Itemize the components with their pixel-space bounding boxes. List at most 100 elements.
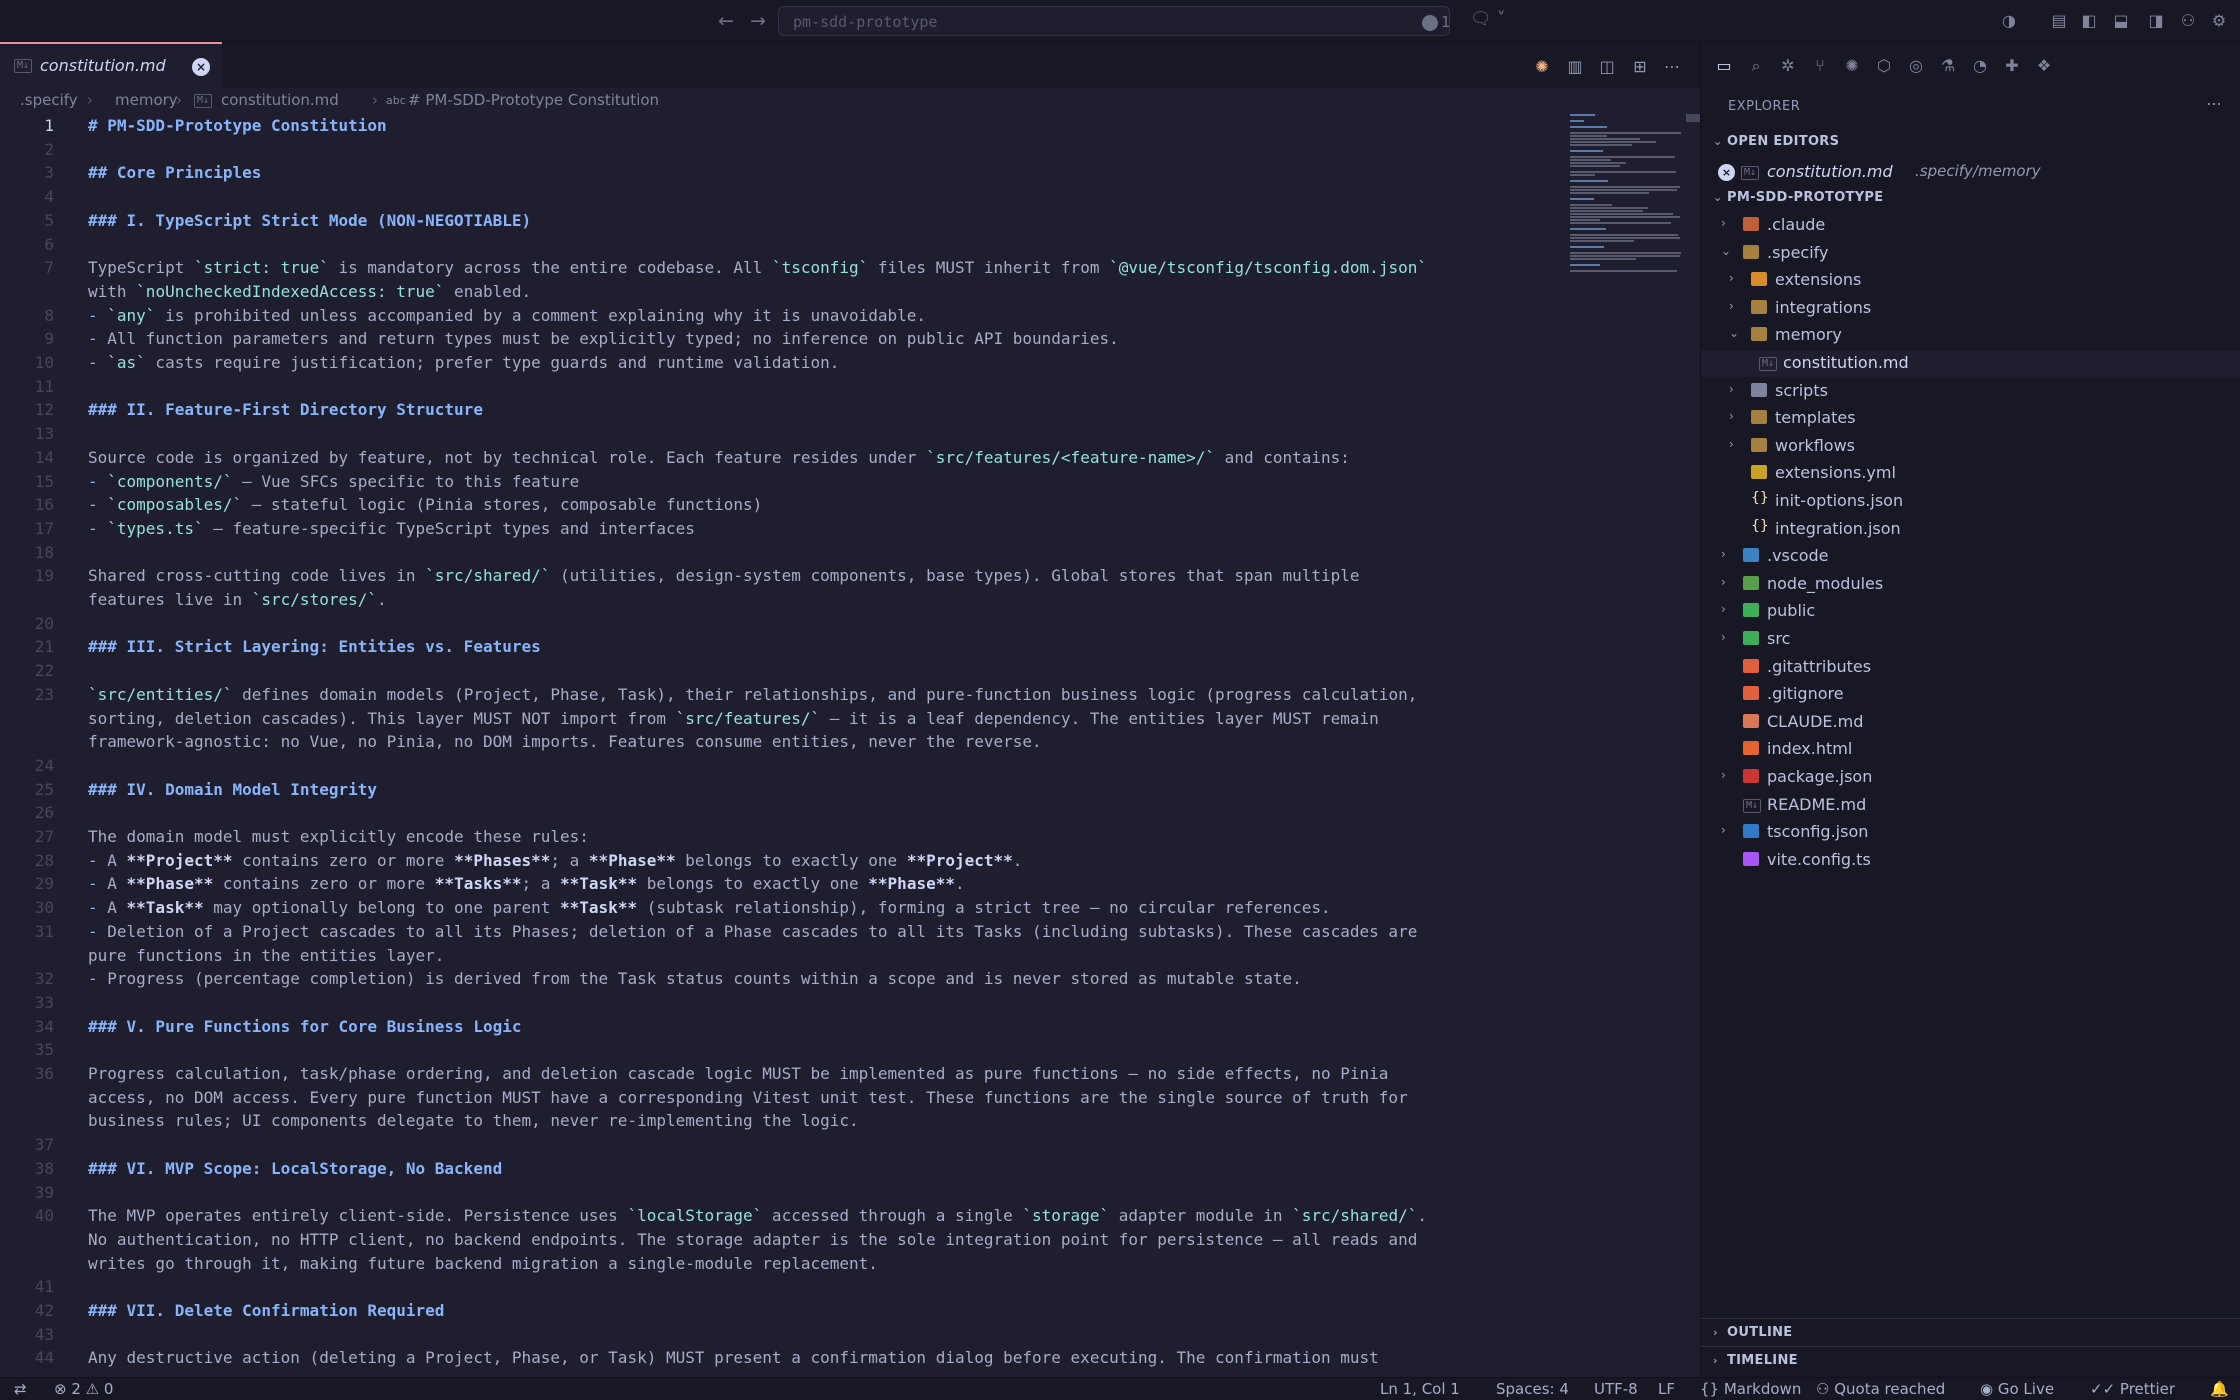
code-line[interactable]: with `noUncheckedIndexedAccess: true` en… [88, 280, 531, 304]
toggle-sidebar-right-icon[interactable]: ◨ [2145, 10, 2167, 32]
chevron-right-icon[interactable]: › [1721, 768, 1726, 782]
close-tab-icon[interactable]: × [192, 58, 210, 76]
split-preview-icon[interactable]: ◫ [1596, 56, 1618, 78]
explorer-more-icon[interactable]: ⋯ [2206, 94, 2222, 113]
chevron-right-icon[interactable]: › [1721, 547, 1726, 561]
tree-item[interactable]: › scripts [1701, 378, 2240, 405]
testing-icon[interactable]: ⚗ [1937, 55, 1959, 77]
copilot-icon[interactable]: ◑ [1998, 10, 2020, 32]
code-line[interactable]: business rules; UI components delegate t… [88, 1109, 859, 1133]
code-line[interactable]: - `types.ts` — feature-specific TypeScri… [88, 517, 695, 541]
tree-item[interactable]: › package.json [1701, 764, 2240, 791]
code-line[interactable]: # PM-SDD-Prototype Constitution [88, 114, 387, 138]
tree-item[interactable]: M↓ constitution.md [1701, 350, 2240, 377]
toggle-sidebar-left-icon[interactable]: ◧ [2078, 10, 2100, 32]
minimap[interactable] [1568, 114, 1686, 314]
tree-item[interactable]: › public [1701, 598, 2240, 625]
toggle-panel-icon[interactable]: ⬓ [2110, 10, 2132, 32]
code-line[interactable]: The domain model must explicitly encode … [88, 825, 589, 849]
code-line[interactable]: - A **Phase** contains zero or more **Ta… [88, 872, 965, 896]
accounts-icon[interactable]: ⚇ [2177, 10, 2199, 32]
split-editor-icon[interactable]: ⊞ [1629, 56, 1651, 78]
outline-section[interactable]: › OUTLINE [1701, 1318, 2240, 1346]
open-editor-item[interactable]: × M↓ constitution.md .specify/memory [1701, 159, 2240, 186]
tree-item[interactable]: extensions.yml [1701, 460, 2240, 487]
code-line[interactable]: `src/entities/` defines domain models (P… [88, 683, 1417, 707]
chevron-right-icon[interactable]: › [1721, 630, 1726, 644]
chevron-right-icon[interactable]: › [1721, 602, 1726, 616]
code-line[interactable]: ## Core Principles [88, 161, 261, 185]
code-line[interactable]: TypeScript `strict: true` is mandatory a… [88, 256, 1427, 280]
tree-item[interactable]: {} init-options.json [1701, 488, 2240, 515]
tree-item[interactable]: › src [1701, 626, 2240, 653]
chat-icon[interactable]: 🗨 ˅ [1470, 9, 1512, 33]
tree-item[interactable]: ⌄ memory [1701, 322, 2240, 349]
settings-gear-icon[interactable]: ⚙ [2208, 10, 2230, 32]
more-actions-icon[interactable]: ⋯ [1661, 56, 1683, 78]
chevron-down-icon[interactable]: ⌄ [1721, 244, 1731, 258]
code-line[interactable]: - A **Project** contains zero or more **… [88, 849, 1022, 873]
chevron-right-icon[interactable]: › [1729, 382, 1734, 396]
language-mode[interactable]: {} Markdown [1700, 1380, 1801, 1398]
editor-area[interactable]: 1 2 3 4 5 6 7 8 9 10 11 12 13 14 15 16 17 18 19 20 21 22 23 24 2… [0, 114, 1700, 1377]
back-arrow-icon[interactable]: ← [714, 9, 738, 33]
chevron-right-icon[interactable]: › [1729, 409, 1734, 423]
breadcrumb-memory[interactable]: memory [115, 91, 178, 109]
debug-icon[interactable]: ✲ [1777, 55, 1799, 77]
code-line[interactable]: access, no DOM access. Every pure functi… [88, 1086, 1408, 1110]
tree-item[interactable]: › workflows [1701, 433, 2240, 460]
search-icon[interactable]: ⌕ [1745, 55, 1767, 77]
tree-item[interactable]: ⌄ .specify [1701, 240, 2240, 267]
breadcrumb-file[interactable]: constitution.md [221, 91, 339, 109]
tab-constitution[interactable]: M↓ constitution.md × [0, 42, 222, 88]
tree-item[interactable]: {} integration.json [1701, 516, 2240, 543]
problems-indicator[interactable]: ⊗ 2 ⚠ 0 [54, 1380, 113, 1398]
code-line[interactable]: - `components/` — Vue SFCs specific to t… [88, 470, 579, 494]
forward-arrow-icon[interactable]: → [746, 9, 770, 33]
code-line[interactable]: - A **Task** may optionally belong to on… [88, 896, 1331, 920]
breadcrumb-heading[interactable]: # PM-SDD-Prototype Constitution [408, 91, 659, 109]
breadcrumb-specify[interactable]: .specify [20, 91, 78, 109]
chevron-right-icon[interactable]: › [1721, 216, 1726, 230]
accounts-extension-icon[interactable]: ◎ [1905, 55, 1927, 77]
code-line[interactable]: ### VI. MVP Scope: LocalStorage, No Back… [88, 1157, 502, 1181]
claude-icon[interactable]: ✺ [1531, 56, 1553, 78]
code-line[interactable]: - `any` is prohibited unless accompanied… [88, 304, 926, 328]
code-line[interactable]: - All function parameters and return typ… [88, 327, 1119, 351]
tree-item[interactable]: CLAUDE.md [1701, 709, 2240, 736]
tree-item[interactable]: › tsconfig.json [1701, 819, 2240, 846]
remote-icon[interactable]: ⇄ [14, 1380, 27, 1398]
tree-item[interactable]: › .vscode [1701, 543, 2240, 570]
code-line[interactable]: ### V. Pure Functions for Core Business … [88, 1015, 521, 1039]
line-ending[interactable]: LF [1658, 1380, 1675, 1398]
explorer-icon[interactable]: ▭ [1713, 55, 1735, 77]
project-folder-section[interactable]: ⌄ PM-SDD-PROTOTYPE [1713, 190, 1883, 205]
indentation[interactable]: Spaces: 4 [1496, 1380, 1569, 1398]
code-line[interactable]: Source code is organized by feature, not… [88, 446, 1350, 470]
code-line[interactable]: Progress calculation, task/phase orderin… [88, 1062, 1388, 1086]
tree-item[interactable]: .gitattributes [1701, 654, 2240, 681]
code-line[interactable]: ### I. TypeScript Strict Mode (NON-NEGOT… [88, 209, 531, 233]
tree-item[interactable]: › .claude [1701, 212, 2240, 239]
chevron-right-icon[interactable]: › [1729, 437, 1734, 451]
code-line[interactable]: Shared cross-cutting code lives in `src/… [88, 564, 1360, 588]
chevron-down-icon[interactable]: ⌄ [1729, 326, 1739, 340]
code-line[interactable]: - Progress (percentage completion) is de… [88, 967, 1302, 991]
code-content[interactable]: # PM-SDD-Prototype Constitution ## Core P… [88, 114, 1558, 1377]
claude-code-icon[interactable]: ✺ [1841, 55, 1863, 77]
source-control-icon[interactable]: ⑂ [1809, 55, 1831, 77]
scrollbar-thumb[interactable] [1686, 114, 1700, 122]
open-editors-section[interactable]: ⌄ OPEN EDITORS [1713, 134, 1839, 149]
tree-item[interactable]: › integrations [1701, 295, 2240, 322]
tree-item[interactable]: index.html [1701, 736, 2240, 763]
code-line[interactable]: pure functions in the entities layer. [88, 944, 444, 968]
code-line[interactable]: framework-agnostic: no Vue, no Pinia, no… [88, 730, 1042, 754]
code-line[interactable]: ### VII. Delete Confirmation Required [88, 1299, 444, 1323]
prettier-status[interactable]: ✓✓ Prettier [2090, 1380, 2175, 1398]
python-icon[interactable]: ❖ [2033, 55, 2055, 77]
command-center-search[interactable]: pm-sdd-prototype 1 [778, 6, 1451, 36]
code-line[interactable]: - `as` casts require justification; pref… [88, 351, 839, 375]
tree-item[interactable]: M↓ README.md [1701, 792, 2240, 819]
code-line[interactable]: sorting, deletion cascades). This layer … [88, 707, 1379, 731]
tree-item[interactable]: › templates [1701, 405, 2240, 432]
